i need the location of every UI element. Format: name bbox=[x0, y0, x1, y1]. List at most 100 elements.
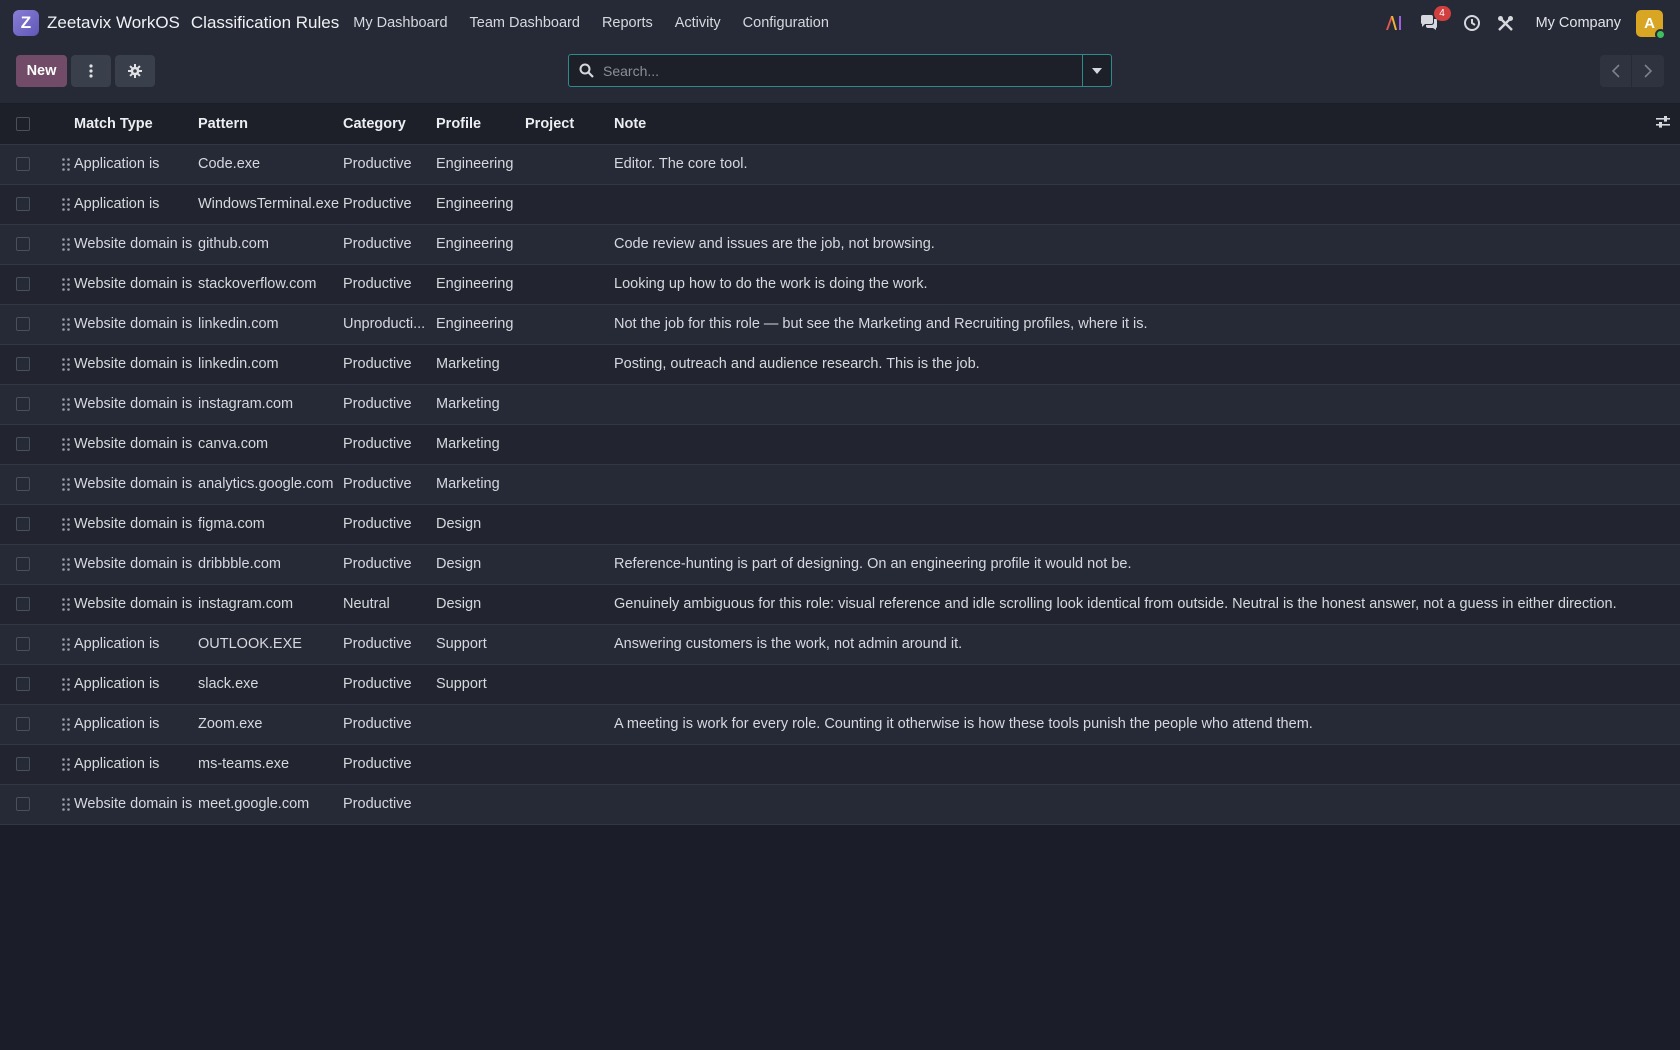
cell-profile[interactable]: Design bbox=[436, 504, 525, 545]
row-checkbox[interactable] bbox=[16, 797, 30, 811]
cell-match-type[interactable]: Website domain is bbox=[74, 344, 198, 385]
cell-profile[interactable]: Marketing bbox=[436, 464, 525, 505]
cell-pattern[interactable]: dribbble.com bbox=[198, 544, 343, 585]
cell-project[interactable] bbox=[525, 144, 614, 185]
select-all-checkbox[interactable] bbox=[16, 116, 30, 131]
cell-pattern[interactable]: ms-teams.exe bbox=[198, 744, 343, 785]
search-input[interactable] bbox=[603, 62, 1082, 79]
table-row[interactable]: Application is OUTLOOK.EXE Productive Suppo… bbox=[0, 624, 1680, 665]
cell-note[interactable] bbox=[614, 464, 1650, 505]
cell-category[interactable]: Productive bbox=[343, 704, 436, 745]
cell-project[interactable] bbox=[525, 424, 614, 465]
cell-category[interactable]: Productive bbox=[343, 184, 436, 225]
drag-handle[interactable] bbox=[51, 184, 74, 225]
cell-match-type[interactable]: Application is bbox=[74, 144, 198, 185]
column-header-project[interactable]: Project bbox=[525, 104, 614, 145]
table-row[interactable]: Website domain is meet.google.com Producti… bbox=[0, 784, 1680, 825]
row-checkbox[interactable] bbox=[16, 277, 30, 291]
cell-profile[interactable] bbox=[436, 704, 525, 745]
row-checkbox[interactable] bbox=[16, 557, 30, 571]
cell-pattern[interactable]: canva.com bbox=[198, 424, 343, 465]
drag-handle[interactable] bbox=[51, 704, 74, 745]
row-checkbox[interactable] bbox=[16, 397, 30, 411]
drag-handle[interactable] bbox=[51, 264, 74, 305]
table-row[interactable]: Website domain is canva.com Productive Mark… bbox=[0, 424, 1680, 465]
cell-note[interactable]: Posting, outreach and audience research.… bbox=[614, 344, 1650, 385]
column-header-profile[interactable]: Profile bbox=[436, 104, 525, 145]
new-button[interactable]: New bbox=[16, 55, 67, 87]
cell-pattern[interactable]: OUTLOOK.EXE bbox=[198, 624, 343, 665]
drag-handle[interactable] bbox=[51, 664, 74, 705]
row-checkbox[interactable] bbox=[16, 597, 30, 611]
row-checkbox[interactable] bbox=[16, 157, 30, 171]
drag-handle[interactable] bbox=[51, 424, 74, 465]
cell-pattern[interactable]: analytics.google.com bbox=[198, 464, 343, 505]
column-header-note[interactable]: Note bbox=[614, 104, 1650, 145]
cell-match-type[interactable]: Application is bbox=[74, 624, 198, 665]
cell-category[interactable]: Productive bbox=[343, 224, 436, 265]
cell-project[interactable] bbox=[525, 664, 614, 705]
row-checkbox[interactable] bbox=[16, 757, 30, 771]
table-row[interactable]: Application is Zoom.exe Productive A meetin… bbox=[0, 704, 1680, 745]
cell-match-type[interactable]: Website domain is bbox=[74, 264, 198, 305]
cell-note[interactable]: Editor. The core tool. bbox=[614, 144, 1650, 185]
cell-category[interactable]: Productive bbox=[343, 784, 436, 825]
cell-note[interactable] bbox=[614, 784, 1650, 825]
cell-category[interactable]: Productive bbox=[343, 464, 436, 505]
cell-match-type[interactable]: Website domain is bbox=[74, 784, 198, 825]
cell-category[interactable]: Productive bbox=[343, 544, 436, 585]
cell-note[interactable]: Looking up how to do the work is doing t… bbox=[614, 264, 1650, 305]
cell-match-type[interactable]: Website domain is bbox=[74, 304, 198, 345]
row-checkbox[interactable] bbox=[16, 357, 30, 371]
cell-profile[interactable]: Marketing bbox=[436, 344, 525, 385]
cell-note[interactable]: Reference-hunting is part of designing. … bbox=[614, 544, 1650, 585]
cell-project[interactable] bbox=[525, 224, 614, 265]
cell-pattern[interactable]: linkedin.com bbox=[198, 304, 343, 345]
cell-category[interactable]: Unproducti... bbox=[343, 304, 436, 345]
menu-item-reports[interactable]: Reports bbox=[602, 15, 653, 31]
cell-project[interactable] bbox=[525, 584, 614, 625]
cell-profile[interactable]: Design bbox=[436, 544, 525, 585]
cell-match-type[interactable]: Website domain is bbox=[74, 504, 198, 545]
cell-category[interactable]: Productive bbox=[343, 424, 436, 465]
row-checkbox[interactable] bbox=[16, 717, 30, 731]
cell-category[interactable]: Productive bbox=[343, 264, 436, 305]
table-row[interactable]: Website domain is dribbble.com Productive D… bbox=[0, 544, 1680, 585]
clock-icon[interactable] bbox=[1463, 14, 1481, 32]
cell-note[interactable]: Code review and issues are the job, not … bbox=[614, 224, 1650, 265]
cell-pattern[interactable]: Code.exe bbox=[198, 144, 343, 185]
cell-match-type[interactable]: Application is bbox=[74, 704, 198, 745]
cell-pattern[interactable]: Zoom.exe bbox=[198, 704, 343, 745]
user-avatar[interactable]: A bbox=[1636, 9, 1666, 40]
row-checkbox[interactable] bbox=[16, 637, 30, 651]
cell-project[interactable] bbox=[525, 504, 614, 545]
cell-note[interactable] bbox=[614, 504, 1650, 545]
cell-project[interactable] bbox=[525, 384, 614, 425]
cell-profile[interactable] bbox=[436, 784, 525, 825]
table-row[interactable]: Website domain is figma.com Productive Desi… bbox=[0, 504, 1680, 545]
optional-columns-toggle[interactable] bbox=[1650, 104, 1680, 145]
cell-category[interactable]: Neutral bbox=[343, 584, 436, 625]
pager-previous-button[interactable] bbox=[1600, 55, 1632, 87]
table-row[interactable]: Website domain is instagram.com Neutral Des… bbox=[0, 584, 1680, 625]
cell-profile[interactable]: Engineering bbox=[436, 144, 525, 185]
table-row[interactable]: Application is slack.exe Productive Support bbox=[0, 664, 1680, 705]
search-options-toggle[interactable] bbox=[1082, 55, 1111, 86]
drag-handle[interactable] bbox=[51, 744, 74, 785]
cell-note[interactable]: Not the job for this role — but see the … bbox=[614, 304, 1650, 345]
row-checkbox[interactable] bbox=[16, 517, 30, 531]
cell-pattern[interactable]: slack.exe bbox=[198, 664, 343, 705]
company-switcher[interactable]: My Company bbox=[1536, 15, 1621, 31]
row-checkbox[interactable] bbox=[16, 237, 30, 251]
cell-match-type[interactable]: Website domain is bbox=[74, 224, 198, 265]
cell-project[interactable] bbox=[525, 344, 614, 385]
cell-profile[interactable]: Engineering bbox=[436, 224, 525, 265]
drag-handle[interactable] bbox=[51, 784, 74, 825]
cell-match-type[interactable]: Application is bbox=[74, 744, 198, 785]
cell-pattern[interactable]: instagram.com bbox=[198, 384, 343, 425]
cell-match-type[interactable]: Website domain is bbox=[74, 384, 198, 425]
row-checkbox[interactable] bbox=[16, 477, 30, 491]
cell-pattern[interactable]: figma.com bbox=[198, 504, 343, 545]
menu-item-team-dashboard[interactable]: Team Dashboard bbox=[470, 15, 580, 31]
cell-profile[interactable]: Marketing bbox=[436, 424, 525, 465]
